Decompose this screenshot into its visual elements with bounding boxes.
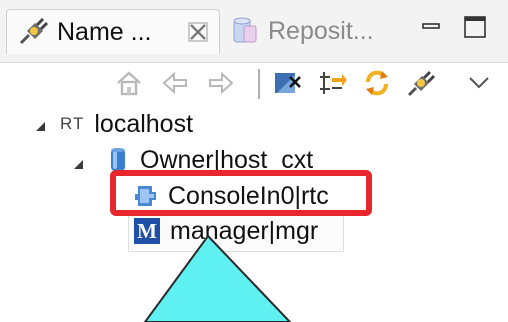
view-menu-icon[interactable] [466, 68, 492, 98]
maximize-icon[interactable] [462, 14, 488, 40]
home-icon[interactable] [114, 68, 144, 98]
name-service-tree: RT localhost Owner|host_cxt ConsoleIn0|r… [0, 106, 508, 322]
toolbar-separator [258, 69, 260, 99]
close-icon[interactable] [187, 21, 209, 43]
back-arrow-icon[interactable] [160, 68, 190, 98]
view-toolbar [0, 62, 508, 106]
minimize-icon[interactable] [418, 14, 444, 40]
connect-icon[interactable] [272, 68, 302, 98]
callout-triangle [143, 234, 292, 322]
plug-icon [19, 17, 49, 45]
refresh-icon[interactable] [362, 68, 392, 98]
tab-name-service[interactable]: Name ... [6, 9, 220, 54]
view-tab-bar: Name ... Reposit... [0, 0, 508, 63]
plug-icon[interactable] [406, 68, 436, 98]
tab-label: Reposit... [268, 16, 374, 45]
tab-repository[interactable]: Reposit... [228, 9, 374, 53]
tab-label: Name ... [57, 17, 152, 46]
forward-arrow-icon[interactable] [206, 68, 236, 98]
expand-icon[interactable] [318, 68, 348, 98]
repository-icon [233, 17, 257, 43]
